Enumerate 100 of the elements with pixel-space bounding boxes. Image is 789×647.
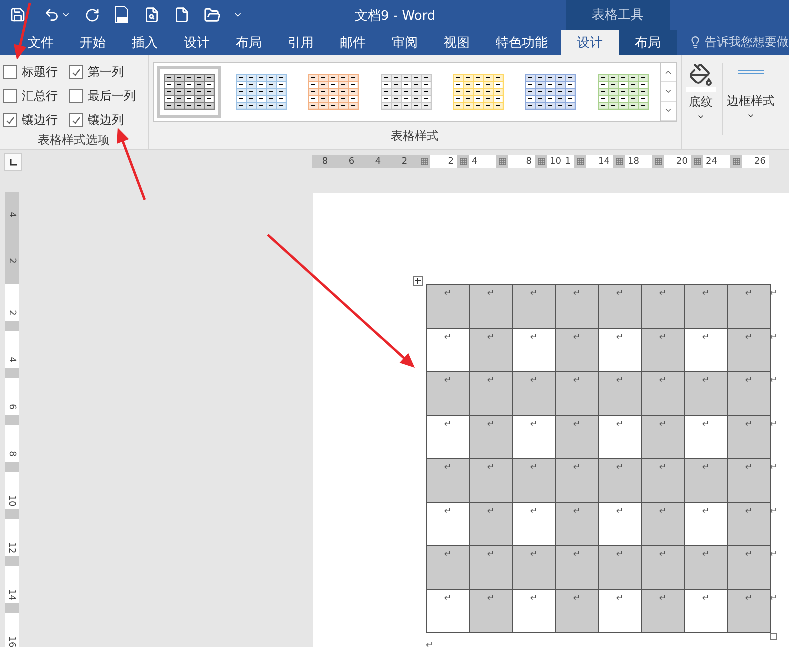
table-cell[interactable]: ↵ [470,372,513,416]
table-cell[interactable]: ↵ [685,502,728,546]
table-cell[interactable]: ↵ [728,328,771,372]
table-cell[interactable]: ↵ [728,546,771,590]
column-marker[interactable] [652,155,664,168]
table-cell[interactable]: ↵ [599,328,642,372]
open-folder-icon[interactable] [204,6,221,24]
table-cell[interactable]: ↵ [427,590,470,633]
table-cell[interactable]: ↵ [556,459,599,502]
row-marker[interactable] [5,509,19,519]
column-marker[interactable] [613,155,625,168]
table-cell[interactable]: ↵ [599,285,642,328]
table-cell[interactable]: ↵ [685,590,728,633]
ribbon-tab[interactable]: 引用 [275,30,327,55]
table-cell[interactable]: ↵ [427,372,470,416]
table-cell[interactable]: ↵ [599,459,642,502]
table-cell[interactable]: ↵ [470,285,513,328]
column-marker[interactable] [574,155,586,168]
table-cell[interactable]: ↵ [513,285,556,328]
border-styles-button[interactable]: 边框样式 [723,63,779,149]
ribbon-tab[interactable]: 设计 [171,30,223,55]
table-cell[interactable]: ↵ [513,328,556,372]
table-cell[interactable]: ↵ [599,546,642,590]
ribbon-tab[interactable]: 邮件 [327,30,379,55]
table-resize-handle-icon[interactable] [770,633,777,640]
table-cell[interactable]: ↵ [513,459,556,502]
table-cell[interactable]: ↵ [599,372,642,416]
column-marker[interactable] [691,155,703,168]
table-cell[interactable]: ↵ [685,416,728,459]
ribbon-tab[interactable]: 布局 [619,30,677,55]
table-cell[interactable]: ↵ [556,546,599,590]
column-marker[interactable] [457,155,469,168]
table-cell[interactable]: ↵ [685,285,728,328]
column-marker[interactable] [496,155,508,168]
table-cell[interactable]: ↵ [685,546,728,590]
column-marker[interactable] [418,155,430,168]
save-icon[interactable] [10,7,26,23]
table-cell[interactable]: ↵ [556,285,599,328]
table-cell[interactable]: ↵ [728,416,771,459]
column-marker[interactable] [730,155,742,168]
table-cell[interactable]: ↵ [642,546,685,590]
table-cell[interactable]: ↵ [599,590,642,633]
ribbon-tab[interactable]: 文件 [15,30,67,55]
tab-selector-icon[interactable] [4,153,22,171]
print-preview-icon[interactable] [144,7,160,23]
ribbon-tab[interactable]: 设计 [561,30,619,55]
table-cell[interactable]: ↵ [556,328,599,372]
table-cell[interactable]: ↵ [427,546,470,590]
row-marker[interactable] [5,603,19,613]
table-cell[interactable]: ↵ [513,546,556,590]
checkbox[interactable] [69,65,83,79]
table-cell[interactable]: ↵ [470,546,513,590]
row-marker[interactable] [5,415,19,425]
table-cell[interactable]: ↵ [728,459,771,502]
ribbon-tab[interactable]: 审阅 [379,30,431,55]
table-cell[interactable]: ↵ [728,372,771,416]
checkbox[interactable] [3,89,17,103]
table-style-thumbnail[interactable] [157,66,222,118]
checkbox[interactable] [3,65,17,79]
table-cell[interactable]: ↵ [599,416,642,459]
table-cell[interactable]: ↵ [513,502,556,546]
table-cell[interactable]: ↵ [728,502,771,546]
table-cell[interactable]: ↵ [728,285,771,328]
ribbon-tab[interactable]: 开始 [67,30,119,55]
table-cell[interactable]: ↵ [470,459,513,502]
ribbon-tab[interactable]: 布局 [223,30,275,55]
table-cell[interactable]: ↵ [642,416,685,459]
ribbon-tab[interactable]: 插入 [119,30,171,55]
row-marker[interactable] [5,556,19,566]
table-cell[interactable]: ↵ [642,328,685,372]
undo-icon[interactable] [44,7,60,23]
table-cell[interactable]: ↵ [556,416,599,459]
ribbon-tab[interactable]: 视图 [431,30,483,55]
tell-me-field[interactable]: 告诉我您想要做 [705,34,789,51]
table-cell[interactable]: ↵ [642,459,685,502]
table-cell[interactable]: ↵ [513,372,556,416]
checkbox[interactable] [69,89,83,103]
table-cell[interactable]: ↵ [642,502,685,546]
table-cell[interactable]: ↵ [642,285,685,328]
table-cell[interactable]: ↵ [470,416,513,459]
table-cell[interactable]: ↵ [427,285,470,328]
table-cell[interactable]: ↵ [556,372,599,416]
row-marker[interactable] [5,368,19,378]
new-document-icon[interactable] [174,7,190,23]
table-cell[interactable]: ↵ [427,459,470,502]
table-cell[interactable]: ↵ [427,416,470,459]
table-cell[interactable]: ↵ [427,502,470,546]
checkbox[interactable] [3,113,17,127]
table-cell[interactable]: ↵ [642,372,685,416]
shading-button[interactable]: 底纹 [682,63,723,135]
table-cell[interactable]: ↵ [513,416,556,459]
row-marker[interactable] [5,321,19,331]
page-view-icon[interactable] [114,6,130,24]
checkbox[interactable] [69,113,83,127]
table-cell[interactable]: ↵ [642,590,685,633]
redo-icon[interactable] [85,8,100,22]
table-cell[interactable]: ↵ [685,372,728,416]
table-cell[interactable]: ↵ [685,328,728,372]
ribbon-tab[interactable]: 特色功能 [483,30,561,55]
table-cell[interactable]: ↵ [470,590,513,633]
